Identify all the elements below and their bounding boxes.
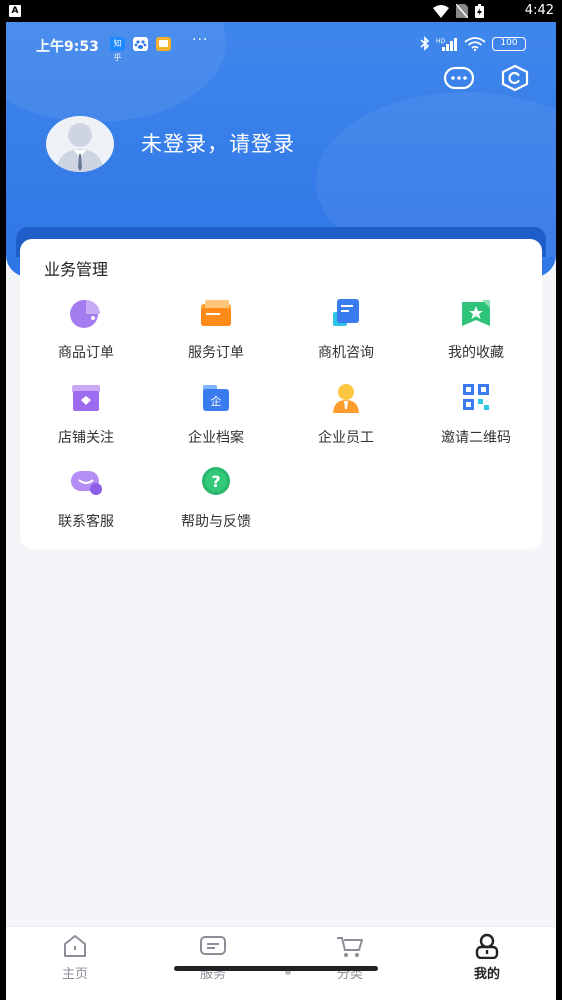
svg-text:HD: HD xyxy=(436,38,446,45)
grid-item-product-orders[interactable]: 商品订单 xyxy=(21,294,151,374)
message-app-icon xyxy=(156,37,171,51)
tab-category[interactable]: 分类 xyxy=(310,933,390,983)
battery-indicator: 100 xyxy=(492,36,526,51)
grid-item-label: 企业员工 xyxy=(318,430,374,446)
grid-item-invite-qr[interactable]: 邀请二维码 xyxy=(411,379,541,459)
tab-home[interactable]: 主页 xyxy=(35,933,115,983)
svg-text:?: ? xyxy=(211,472,220,491)
bottom-tab-bar: 主页 服务 分类 我的 xyxy=(6,926,556,1000)
zhihu-icon: 知乎 xyxy=(110,37,125,62)
grid-item-label: 商机咨询 xyxy=(318,345,374,361)
grid-item-label: 联系客服 xyxy=(58,514,114,530)
grid-item-label: 邀请二维码 xyxy=(441,430,511,446)
baidu-icon xyxy=(133,37,148,51)
inner-status-bar: 上午9:53 知乎 ··· HD 100 xyxy=(36,32,526,62)
more-notifications-icon: ··· xyxy=(192,32,209,48)
grid-item-business-inquiry[interactable]: 商机咨询 xyxy=(281,294,411,374)
inner-clock: 上午9:53 xyxy=(36,39,99,55)
system-clock: 4:42 xyxy=(524,3,554,18)
wifi-icon xyxy=(464,36,486,51)
store-icon xyxy=(72,385,100,411)
tab-label: 主页 xyxy=(61,967,88,982)
tab-profile[interactable]: 我的 xyxy=(447,933,527,983)
document-icon xyxy=(333,299,359,326)
grid-item-store-follow[interactable]: 店铺关注 xyxy=(21,379,151,459)
avatar[interactable] xyxy=(46,116,114,172)
cart-icon xyxy=(337,937,363,957)
help-question-icon: ? xyxy=(202,467,230,495)
battery-charging-icon xyxy=(475,4,484,18)
svg-text:企: 企 xyxy=(211,394,222,408)
home-gesture-bar[interactable] xyxy=(174,966,378,971)
home-icon xyxy=(64,935,86,957)
section-title: 业务管理 xyxy=(44,260,109,279)
grid-item-label: 店铺关注 xyxy=(58,430,114,446)
grid-item-customer-service[interactable]: 联系客服 xyxy=(21,463,151,543)
system-status-bar: A 4:42 xyxy=(0,0,562,22)
grid-item-label: 我的收藏 xyxy=(448,345,504,361)
grid-item-enterprise-profile[interactable]: 企 企业档案 xyxy=(151,379,281,459)
pie-chart-icon xyxy=(70,300,100,328)
wifi-icon xyxy=(433,4,449,18)
bluetooth-icon xyxy=(420,36,430,51)
chat-bubble-icon xyxy=(71,471,102,495)
messages-button[interactable] xyxy=(443,64,475,92)
settings-button[interactable] xyxy=(499,64,531,92)
grid-item-label: 帮助与反馈 xyxy=(181,514,251,530)
signal-icon: HD xyxy=(436,37,457,51)
no-sim-icon xyxy=(456,4,468,18)
grid-item-favorites[interactable]: 我的收藏 xyxy=(411,294,541,374)
hexagon-settings-icon xyxy=(501,64,529,92)
grid-item-employees[interactable]: 企业员工 xyxy=(281,379,411,459)
folder-icon xyxy=(201,300,231,326)
tab-label: 我的 xyxy=(473,967,500,982)
grid-item-label: 服务订单 xyxy=(188,345,244,361)
inner-notification-icons: 知乎 xyxy=(110,37,171,62)
profile-icon xyxy=(475,933,499,959)
chat-dots-icon xyxy=(443,66,475,90)
qr-code-icon xyxy=(463,384,489,410)
enterprise-folder-icon: 企 xyxy=(203,385,229,411)
grid-item-label: 商品订单 xyxy=(58,345,114,361)
grid-item-service-orders[interactable]: 服务订单 xyxy=(151,294,281,374)
tab-service[interactable]: 服务 xyxy=(173,933,253,983)
grid-item-help-feedback[interactable]: ? 帮助与反馈 xyxy=(151,463,281,543)
favorite-star-icon xyxy=(462,300,490,326)
profile-screen: 上午9:53 知乎 ··· HD 100 未登录，请登录 业务管理 商品订单 服… xyxy=(6,22,556,1000)
notification-app-icon: A xyxy=(9,5,21,17)
system-icons xyxy=(433,4,484,18)
service-icon xyxy=(200,936,226,955)
grid-item-label: 企业档案 xyxy=(188,430,244,446)
user-avatar-icon xyxy=(56,123,104,172)
employee-icon xyxy=(333,384,359,413)
inner-system-icons: HD 100 xyxy=(420,36,526,51)
login-prompt[interactable]: 未登录，请登录 xyxy=(141,128,295,158)
